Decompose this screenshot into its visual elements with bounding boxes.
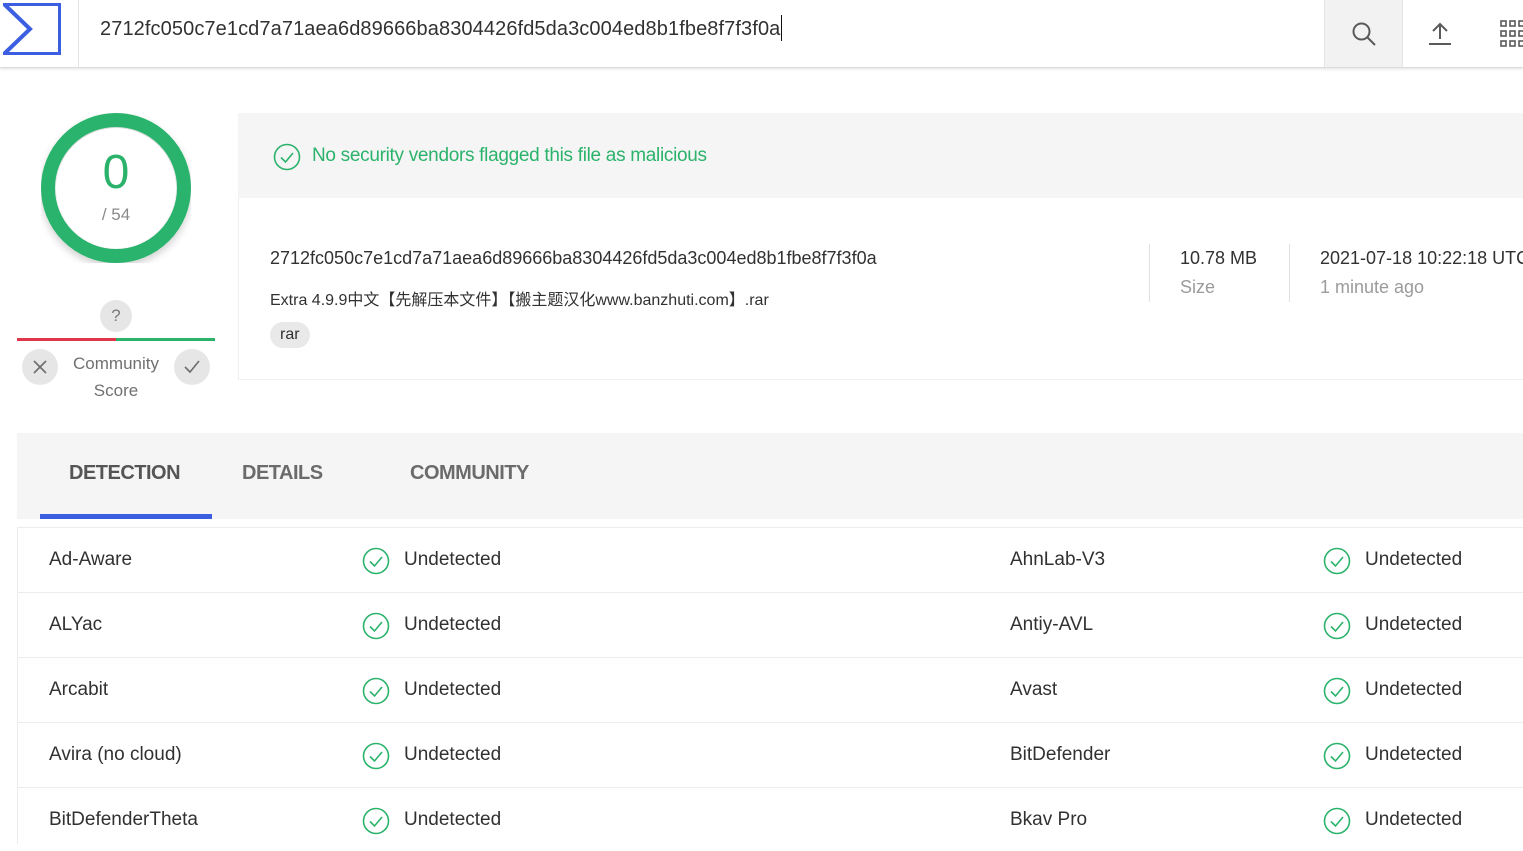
vendor-name: Bkav Pro: [1010, 809, 1088, 830]
table-row: Avira (no cloud) Undetected BitDefender …: [18, 722, 1523, 787]
vendor-name: ALYac: [49, 614, 103, 635]
check-circle-icon: [273, 143, 301, 171]
vendor-result: Undetected: [404, 549, 502, 570]
search-button[interactable]: [1324, 0, 1403, 67]
check-circle-icon: [1323, 807, 1351, 835]
upload-button[interactable]: [1401, 0, 1478, 67]
check-icon: [184, 360, 200, 374]
file-info-card: 2712fc050c7e1cd7a71aea6d89666ba8304426fd…: [238, 198, 1523, 380]
table-row: Ad-Aware Undetected AhnLab-V3 Undetected: [18, 527, 1523, 592]
tab-details[interactable]: DETAILS: [242, 433, 323, 519]
search-query: 2712fc050c7e1cd7a71aea6d89666ba8304426fd…: [100, 18, 781, 40]
search-icon: [1352, 22, 1376, 46]
vendor-result: Undetected: [1365, 744, 1463, 765]
check-circle-icon: [1323, 742, 1351, 770]
community-negative-bar: [17, 338, 116, 341]
report-tabs: DETECTION DETAILS COMMUNITY: [17, 433, 1523, 519]
virustotal-logo[interactable]: [0, 0, 79, 67]
check-circle-icon: [1323, 677, 1351, 705]
file-type-tag[interactable]: rar: [270, 322, 310, 348]
file-size-value: 10.78 MB: [1180, 248, 1258, 268]
tab-community[interactable]: COMMUNITY: [410, 433, 529, 519]
check-circle-icon: [1323, 547, 1351, 575]
vendor-name: Ad-Aware: [49, 549, 133, 570]
check-circle-icon: [362, 807, 390, 835]
table-row: ALYac Undetected Antiy-AVL Undetected: [18, 592, 1523, 657]
vendor-result: Undetected: [1365, 549, 1463, 570]
file-hash[interactable]: 2712fc050c7e1cd7a71aea6d89666ba8304426fd…: [270, 248, 877, 269]
check-circle-icon: [362, 612, 390, 640]
vendor-name: Avira (no cloud): [49, 744, 182, 765]
file-size-label: Size: [1180, 277, 1216, 297]
detection-count: 0: [102, 146, 130, 199]
close-icon: [33, 360, 47, 374]
divider: [1149, 244, 1150, 302]
detection-table: Ad-Aware Undetected AhnLab-V3 Undetected…: [17, 527, 1523, 844]
status-message: No security vendors flagged this file as…: [312, 145, 707, 166]
engine-total: / 54: [101, 205, 131, 224]
vendor-result: Undetected: [404, 614, 502, 635]
community-positive-bar: [116, 338, 215, 341]
vendor-result: Undetected: [404, 809, 502, 830]
analysis-date-value: 2021-07-18 10:22:18 UTC: [1320, 248, 1523, 268]
tab-detection[interactable]: DETECTION: [69, 433, 181, 519]
vendor-name: AhnLab-V3: [1010, 549, 1106, 570]
vendor-name: BitDefender: [1010, 744, 1111, 765]
vendor-result: Undetected: [1365, 614, 1463, 635]
vendor-name: BitDefenderTheta: [49, 809, 198, 830]
community-score-label: Community Score: [73, 354, 159, 400]
text-caret: [781, 15, 783, 41]
table-row: Arcabit Undetected Avast Undetected: [18, 657, 1523, 722]
apps-grid-icon: [1500, 19, 1523, 47]
status-banner: No security vendors flagged this file as…: [238, 113, 1523, 198]
vendor-result: Undetected: [1365, 679, 1463, 700]
vote-malicious-button[interactable]: [22, 349, 58, 385]
check-circle-icon: [1323, 612, 1351, 640]
vendor-name: Antiy-AVL: [1010, 614, 1094, 635]
check-circle-icon: [362, 547, 390, 575]
vendor-name: Arcabit: [49, 679, 109, 700]
community-unknown-badge: ?: [100, 300, 132, 332]
table-row: BitDefenderTheta Undetected Bkav Pro Und…: [18, 787, 1523, 844]
vote-harmless-button[interactable]: [174, 349, 210, 385]
check-circle-icon: [362, 742, 390, 770]
search-input[interactable]: 2712fc050c7e1cd7a71aea6d89666ba8304426fd…: [100, 14, 1300, 44]
apps-button[interactable]: [1478, 0, 1523, 67]
detection-score-ring: 0 / 54: [41, 113, 191, 263]
file-name: Extra 4.9.9中文【先解压本文件】【搬主题汉化www.banzhuti.…: [270, 292, 769, 309]
vendor-result: Undetected: [1365, 809, 1463, 830]
divider: [1289, 244, 1290, 302]
active-tab-indicator: [40, 514, 212, 519]
vendor-result: Undetected: [404, 744, 502, 765]
upload-icon: [1428, 22, 1451, 45]
vendor-name: Avast: [1010, 679, 1058, 700]
top-bar: 2712fc050c7e1cd7a71aea6d89666ba8304426fd…: [0, 0, 1523, 68]
logo-icon: [3, 3, 61, 55]
analysis-date-relative: 1 minute ago: [1320, 277, 1425, 297]
vendor-result: Undetected: [404, 679, 502, 700]
check-circle-icon: [362, 677, 390, 705]
